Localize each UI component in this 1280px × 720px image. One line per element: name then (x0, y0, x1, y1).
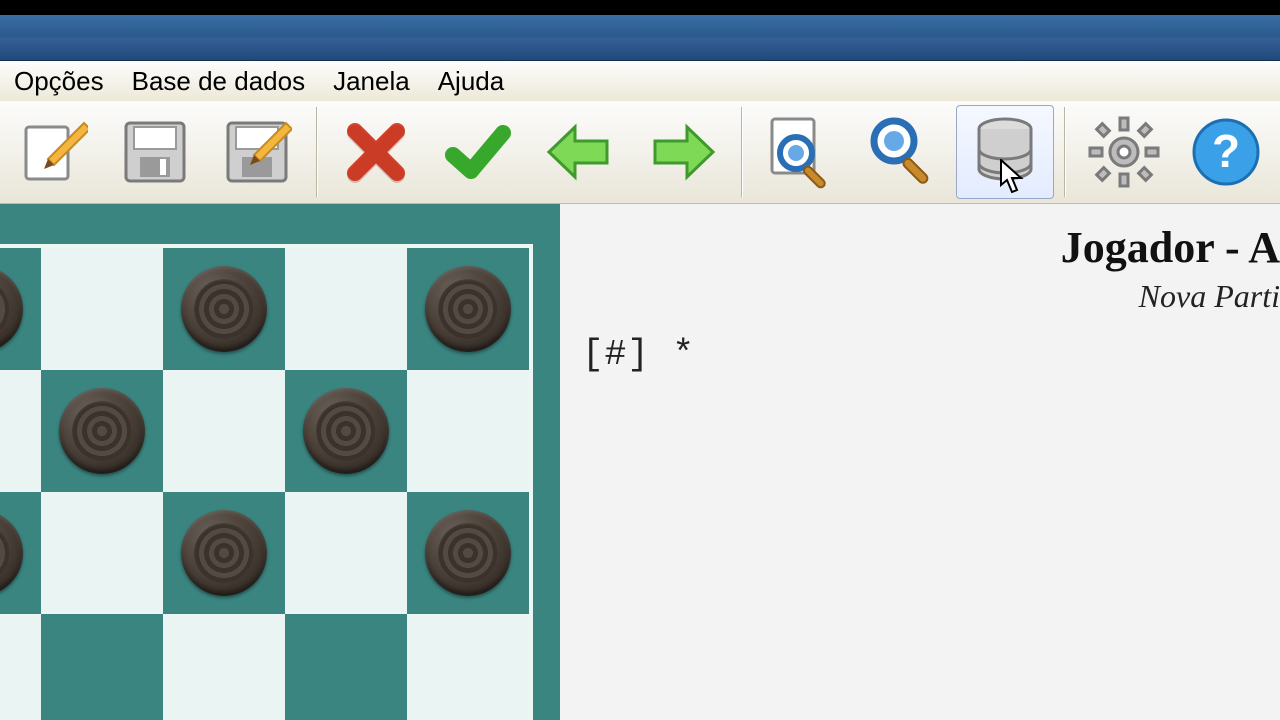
dark-piece[interactable] (425, 266, 511, 352)
board-square[interactable] (163, 614, 285, 720)
save-disk-edit-icon (222, 117, 292, 187)
dark-piece[interactable] (0, 510, 23, 596)
save-disk-icon (120, 117, 190, 187)
search-document-icon (762, 113, 840, 191)
arrow-left-icon (541, 117, 619, 187)
board-square[interactable] (41, 248, 163, 370)
board-square[interactable] (407, 492, 529, 614)
board-square[interactable] (163, 370, 285, 492)
new-document-button[interactable] (4, 105, 102, 199)
menu-database[interactable]: Base de dados (118, 62, 319, 101)
game-subtitle: Nova Parti (1139, 278, 1280, 315)
help-question-icon: ? (1189, 115, 1263, 189)
cancel-button[interactable] (327, 105, 425, 199)
board-square[interactable] (163, 492, 285, 614)
red-x-icon (341, 117, 411, 187)
search-button[interactable] (854, 105, 952, 199)
board-square[interactable] (407, 370, 529, 492)
board-square[interactable] (285, 492, 407, 614)
app-window: Opções Base de dados Janela Ajuda (0, 15, 1280, 720)
next-button[interactable] (633, 105, 731, 199)
move-list: [#] * (582, 334, 695, 375)
menu-help[interactable]: Ajuda (424, 62, 519, 101)
search-document-button[interactable] (752, 105, 850, 199)
content-area: Jogador - A Nova Parti [#] * (0, 204, 1280, 720)
board-square[interactable] (0, 614, 41, 720)
window-titlebar[interactable] (0, 15, 1280, 61)
database-button[interactable] (956, 105, 1054, 199)
toolbar-separator (1064, 107, 1065, 197)
database-cylinder-icon (970, 115, 1040, 189)
svg-text:?: ? (1212, 125, 1240, 177)
board-square[interactable] (0, 248, 41, 370)
menubar: Opções Base de dados Janela Ajuda (0, 61, 1280, 101)
board-square[interactable] (41, 492, 163, 614)
toolbar-separator (316, 107, 317, 197)
board-square[interactable] (163, 248, 285, 370)
board-square[interactable] (0, 370, 41, 492)
accept-button[interactable] (429, 105, 527, 199)
board-square[interactable] (407, 248, 529, 370)
help-button[interactable]: ? (1177, 105, 1275, 199)
menu-options[interactable]: Opções (0, 62, 118, 101)
save-button[interactable] (106, 105, 204, 199)
checkers-board[interactable] (0, 244, 533, 720)
menu-window[interactable]: Janela (319, 62, 424, 101)
player-header: Jogador - A (1061, 222, 1280, 273)
prev-button[interactable] (531, 105, 629, 199)
dark-piece[interactable] (0, 266, 23, 352)
dark-piece[interactable] (181, 266, 267, 352)
dark-piece[interactable] (181, 510, 267, 596)
board-square[interactable] (0, 492, 41, 614)
new-file-edit-icon (18, 117, 88, 187)
green-check-icon (443, 117, 513, 187)
board-square[interactable] (407, 614, 529, 720)
save-edit-button[interactable] (208, 105, 306, 199)
board-square[interactable] (41, 614, 163, 720)
board-square[interactable] (285, 614, 407, 720)
letterbox-top (0, 0, 1280, 15)
board-square[interactable] (41, 370, 163, 492)
toolbar: ? (0, 101, 1280, 204)
magnifier-icon (864, 113, 942, 191)
board-square[interactable] (285, 370, 407, 492)
dark-piece[interactable] (425, 510, 511, 596)
arrow-right-icon (643, 117, 721, 187)
board-square[interactable] (285, 248, 407, 370)
gear-icon (1087, 115, 1161, 189)
notation-panel: Jogador - A Nova Parti [#] * (560, 204, 1280, 720)
dark-piece[interactable] (303, 388, 389, 474)
settings-button[interactable] (1075, 105, 1173, 199)
dark-piece[interactable] (59, 388, 145, 474)
board-panel (0, 204, 560, 720)
toolbar-separator (741, 107, 742, 197)
